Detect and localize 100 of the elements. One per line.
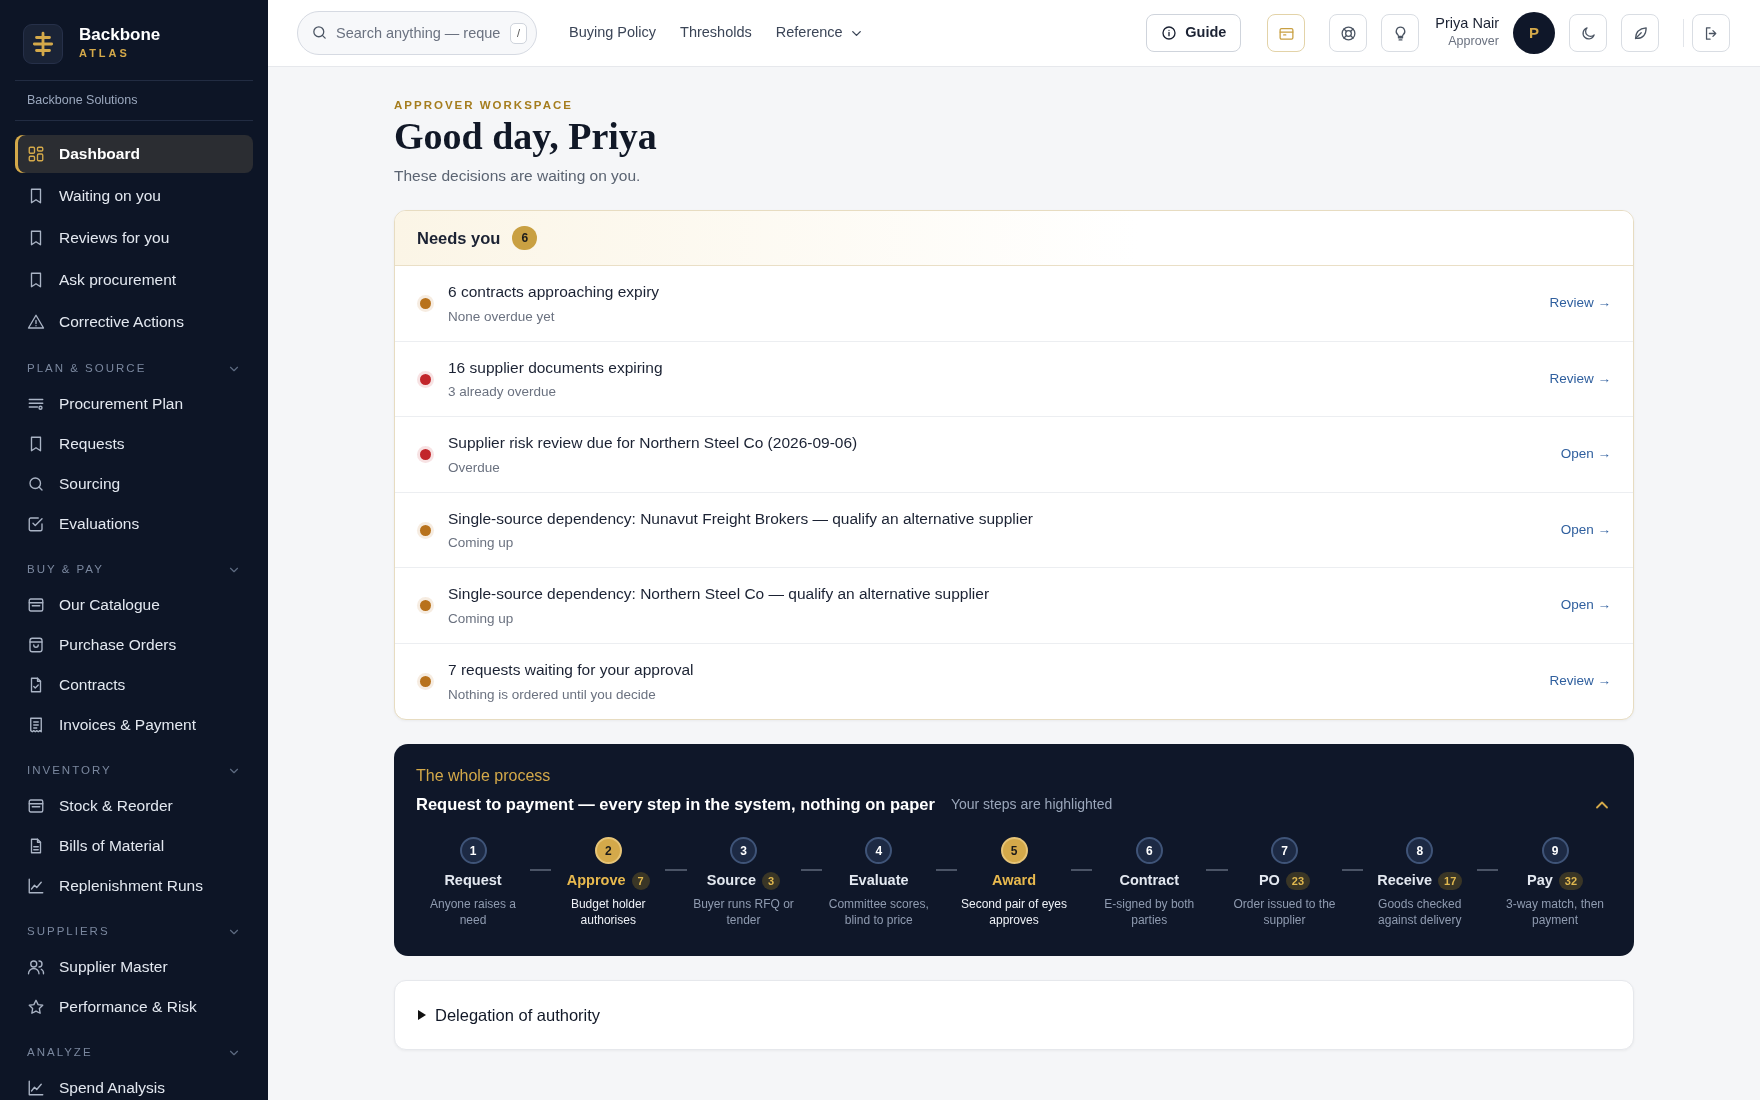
- count-badge: 17: [1438, 871, 1463, 891]
- sidebar-item[interactable]: Requests: [15, 425, 253, 462]
- sidebar-item[interactable]: Waiting on you: [15, 176, 253, 215]
- section-heading: PLAN & SOURCE: [27, 361, 147, 377]
- count-badge: 3: [762, 871, 781, 891]
- sidebar-item[interactable]: Purchase Orders: [15, 626, 253, 663]
- action-link[interactable]: Open →: [1560, 519, 1611, 541]
- item-title: 7 requests waiting for your approval: [448, 660, 694, 681]
- item-title: 6 contracts approaching expiry: [448, 282, 660, 303]
- count-badge: 7: [631, 871, 650, 891]
- grid-icon: [27, 144, 45, 163]
- sidebar-item[interactable]: Dashboard: [15, 134, 253, 173]
- sidebar-item[interactable]: Bills of Material: [15, 827, 253, 864]
- step-label: Receive: [1377, 871, 1433, 891]
- step-description: Goods checked against delivery: [1377, 895, 1463, 929]
- sidebar-item[interactable]: Procurement Plan: [15, 385, 253, 422]
- item-title: 16 supplier documents expiring: [448, 357, 663, 378]
- action-link[interactable]: Review →: [1549, 671, 1611, 692]
- item-detail: Overdue: [448, 458, 501, 477]
- user-avatar[interactable]: P: [1513, 12, 1555, 54]
- window-icon: [27, 796, 45, 815]
- step-number: 4: [865, 837, 893, 865]
- lifebuoy-icon: [1339, 24, 1357, 42]
- star-icon: [27, 997, 45, 1016]
- step-label: Approve: [566, 871, 626, 891]
- help-button[interactable]: [1329, 14, 1368, 52]
- sidebar-item[interactable]: Contracts: [15, 666, 253, 703]
- item-detail: Coming up: [448, 534, 515, 553]
- panel-hint: Your steps are highlighted: [950, 795, 1113, 815]
- item-detail: 3 already overdue: [448, 383, 558, 402]
- warning-icon: [27, 312, 45, 331]
- sidebar-item[interactable]: Ask procurement: [15, 260, 253, 299]
- bag-icon: [27, 635, 45, 654]
- step-description: Budget holder authorises: [569, 895, 647, 929]
- spine-logo-icon: [30, 31, 56, 57]
- brand-tagline: ATLAS: [79, 46, 131, 62]
- panel-title: Delegation of authority: [435, 1004, 601, 1026]
- action-link[interactable]: Open →: [1560, 595, 1611, 616]
- brand-name: Backbone: [79, 26, 161, 46]
- logout-button[interactable]: [1692, 14, 1730, 52]
- item-detail: None overdue yet: [448, 307, 556, 326]
- checkbox-icon: [27, 514, 45, 533]
- sidebar-item[interactable]: Invoices & Payment: [15, 706, 253, 743]
- search-icon: [311, 24, 328, 41]
- leaf-button[interactable]: [1621, 14, 1659, 52]
- nav-link[interactable]: Thresholds: [680, 22, 752, 44]
- receipt-icon: [27, 715, 45, 734]
- step-number: 5: [1000, 837, 1028, 865]
- user-role: Approver: [1447, 33, 1499, 51]
- item-detail: Nothing is ordered until you decide: [448, 685, 657, 704]
- count-badge: 32: [1558, 871, 1584, 891]
- step-description: Anyone raises a need: [428, 895, 518, 929]
- people-icon: [27, 957, 45, 976]
- sidebar-item[interactable]: Evaluations: [15, 505, 253, 542]
- panel-eyebrow: The whole process: [416, 766, 552, 787]
- guide-button[interactable]: Guide: [1146, 14, 1242, 52]
- sidebar-item[interactable]: Stock & Reorder: [15, 787, 253, 824]
- step-description: Buyer runs RFQ or tender: [692, 895, 795, 929]
- step-label: Evaluate: [848, 871, 909, 891]
- step-label: Pay: [1526, 871, 1553, 891]
- page-title: Good day, Priya: [394, 116, 658, 159]
- action-link[interactable]: Review →: [1549, 368, 1611, 390]
- step-number: 1: [459, 837, 487, 865]
- delegation-panel[interactable]: Delegation of authority: [394, 980, 1634, 1051]
- chart-icon: [27, 1078, 45, 1097]
- idea-button[interactable]: [1381, 14, 1420, 52]
- sidebar-item[interactable]: Reviews for you: [15, 218, 253, 257]
- info-icon: [1161, 25, 1178, 41]
- nav-link[interactable]: Reference: [775, 22, 864, 44]
- step-description: Order issued to the supplier: [1232, 895, 1337, 929]
- nav-link[interactable]: Buying Policy: [569, 22, 657, 44]
- sidebar-item[interactable]: Sourcing: [15, 465, 253, 502]
- section-heading: SUPPLIERS: [27, 924, 110, 940]
- sidebar-item[interactable]: Corrective Actions: [15, 302, 253, 341]
- sidebar-item[interactable]: Spend Analysis: [15, 1069, 253, 1100]
- theme-button[interactable]: [1569, 14, 1607, 52]
- step-label: Award: [991, 871, 1037, 891]
- step-number: 7: [1271, 837, 1298, 865]
- step-description: Committee scores, blind to price: [827, 895, 930, 929]
- sidebar-item[interactable]: Performance & Risk: [15, 988, 253, 1025]
- step-number: 8: [1406, 837, 1434, 865]
- step-label: PO: [1258, 871, 1280, 891]
- calendar-button[interactable]: [1267, 14, 1306, 52]
- section-heading: ANALYZE: [27, 1045, 93, 1061]
- sidebar-item[interactable]: Supplier Master: [15, 948, 253, 985]
- section-heading: INVENTORY: [27, 763, 112, 779]
- panel-title: Request to payment — every step in the system, nothing on paper: [416, 794, 935, 816]
- step-description: Second pair of eyes approves: [959, 895, 1069, 929]
- section-heading: BUY & PAY: [27, 562, 104, 578]
- moon-icon: [1579, 24, 1597, 42]
- card-title: Needs you: [417, 227, 501, 249]
- sidebar-item[interactable]: Our Catalogue: [15, 586, 253, 623]
- action-link[interactable]: Review →: [1549, 293, 1611, 314]
- step-label: Contract: [1119, 871, 1180, 891]
- page-eyebrow: APPROVER WORKSPACE: [394, 98, 574, 113]
- action-link[interactable]: Open →: [1560, 444, 1611, 465]
- user-name: Priya Nair: [1435, 14, 1499, 33]
- sidebar-item[interactable]: Replenishment Runs: [15, 867, 253, 904]
- step-description: 3-way match, then payment: [1504, 895, 1605, 929]
- step-number: 2: [594, 837, 622, 865]
